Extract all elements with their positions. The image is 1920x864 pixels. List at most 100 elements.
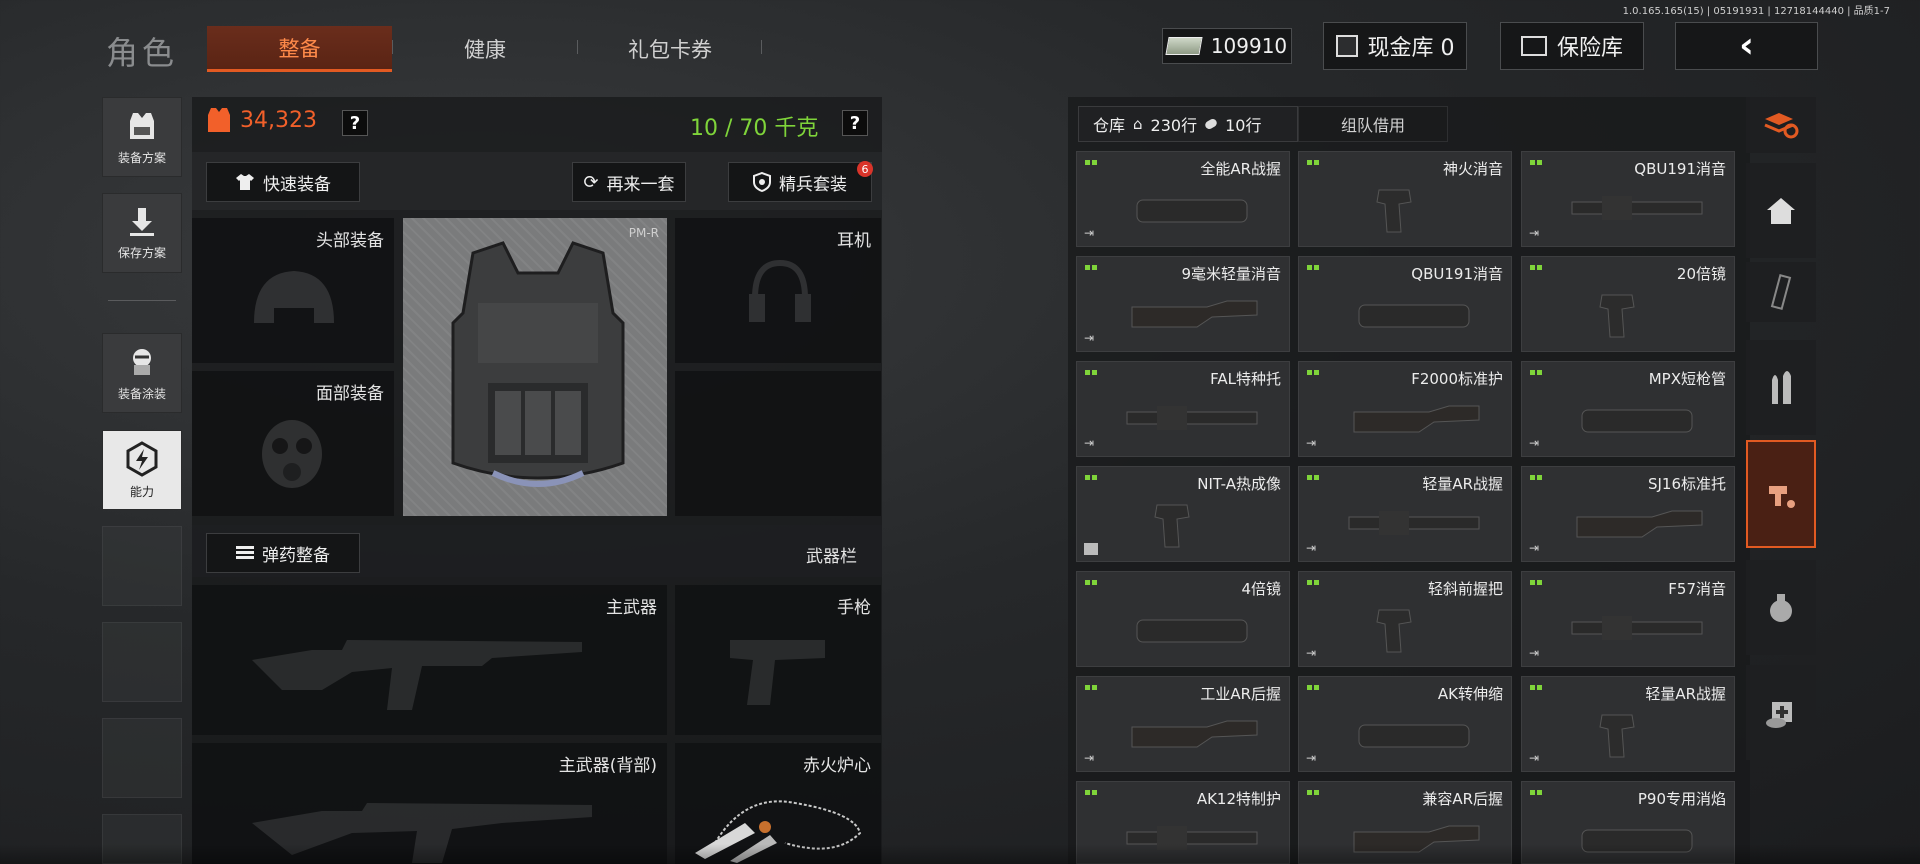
headset-slot[interactable]: 耳机 <box>675 218 881 363</box>
quality-indicator <box>1530 580 1542 585</box>
warehouse-item[interactable]: 9毫米轻量消音 ⇥ <box>1076 256 1290 352</box>
warehouse-item[interactable]: 20倍镜 <box>1521 256 1735 352</box>
warehouse-item[interactable]: QBU191消音 ⇥ <box>1521 151 1735 247</box>
cash-stack-icon <box>1165 37 1203 55</box>
back-arrow-icon: ‹ <box>1739 25 1754 66</box>
face-slot[interactable]: 面部装备 <box>192 371 394 516</box>
warehouse-item-name: AK12特制护 <box>1196 790 1281 808</box>
loadout-plan-label: 装备方案 <box>117 150 166 165</box>
warehouse-item[interactable]: AK转伸缩 ⇥ <box>1298 676 1512 772</box>
warehouse-rows: 230行 <box>1150 116 1198 135</box>
ammo-category-button[interactable] <box>1746 340 1816 435</box>
shirt-icon <box>236 174 254 190</box>
return-icon: ⇥ <box>1529 646 1540 660</box>
item-image-icon <box>1126 406 1258 430</box>
tab-gift-cards[interactable]: 礼包卡券 <box>585 26 755 72</box>
warehouse-home-button[interactable] <box>1746 163 1816 258</box>
warehouse-item[interactable]: 轻量AR战握 ⇥ <box>1521 676 1735 772</box>
quality-indicator <box>1085 475 1097 480</box>
cash-vault-button[interactable]: 现金库 0 <box>1323 22 1467 70</box>
primary-weapon-slot[interactable]: 主武器 <box>192 585 667 735</box>
warehouse-item[interactable]: 轻量AR战握 ⇥ <box>1298 466 1512 562</box>
warehouse-item[interactable]: 4倍镜 <box>1076 571 1290 667</box>
warehouse-item[interactable]: 全能AR战握 ⇥ <box>1076 151 1290 247</box>
item-image-icon <box>1136 199 1248 223</box>
nav-divider <box>108 300 176 301</box>
head-slot-label: 头部装备 <box>316 231 384 251</box>
warehouse-item-name: FAL特种托 <box>1210 370 1281 388</box>
version-text: 1.0.165.165(15) | 05191931 | 12718144440… <box>1622 6 1890 17</box>
return-icon: ⇥ <box>1306 646 1317 660</box>
empty-nav-slot <box>102 718 182 798</box>
tab-health[interactable]: 健康 <box>400 26 570 72</box>
redo-set-label: 再来一套 <box>606 174 675 195</box>
weight-help-button[interactable]: ? <box>842 110 868 136</box>
return-icon: ⇥ <box>1529 226 1540 240</box>
warehouse-item-name: P90专用消焰 <box>1637 790 1726 808</box>
armor-help-button[interactable]: ? <box>342 110 368 136</box>
weapon-bar-label: 武器栏 <box>806 547 857 567</box>
warehouse-item[interactable]: 轻斜前握把 ⇥ <box>1298 571 1512 667</box>
safe-button[interactable]: 保险库 <box>1500 22 1644 70</box>
warehouse-tab[interactable]: 仓库 ⌂ 230行 10行 <box>1078 106 1298 142</box>
ammo-icon <box>236 546 254 560</box>
return-icon: ⇥ <box>1529 541 1540 555</box>
grenade-category-button[interactable] <box>1746 560 1816 655</box>
quality-indicator <box>1530 265 1542 270</box>
item-image-icon <box>1348 511 1480 535</box>
headset-slot-label: 耳机 <box>837 231 871 251</box>
return-icon: ⇥ <box>1306 436 1317 450</box>
paint-icon <box>133 348 151 375</box>
stack-refresh-button[interactable] <box>1746 97 1816 153</box>
back-button[interactable]: ‹ <box>1675 22 1818 70</box>
stack-refresh-icon <box>1764 113 1799 139</box>
quick-equip-button[interactable]: 快速装备 <box>206 162 360 202</box>
attachment-icon <box>1769 486 1795 508</box>
warehouse-item[interactable]: SJ16标准托 ⇥ <box>1521 466 1735 562</box>
loadout-plan-button[interactable]: 装备方案 <box>102 97 182 177</box>
medical-category-button[interactable] <box>1746 665 1816 760</box>
warehouse-item[interactable]: 工业AR后握 ⇥ <box>1076 676 1290 772</box>
item-image-icon <box>1571 196 1703 220</box>
notification-badge: 6 <box>857 161 873 177</box>
ability-icon <box>126 440 158 477</box>
body-armor-slot[interactable]: PM-R <box>403 218 667 516</box>
quality-indicator <box>1530 160 1542 165</box>
redo-set-button[interactable]: ⟳ 再来一套 <box>572 162 686 202</box>
elite-set-button[interactable]: 精兵套装 <box>728 162 872 202</box>
save-plan-button[interactable]: 保存方案 <box>102 193 182 273</box>
bandage-icon <box>1203 117 1219 131</box>
head-slot[interactable]: 头部装备 <box>192 218 394 363</box>
house-icon: ⌂ <box>1133 115 1143 133</box>
download-icon <box>130 207 154 236</box>
cash-vault-label: 现金库 0 <box>1367 36 1455 61</box>
warehouse-item[interactable]: 神火消音 <box>1298 151 1512 247</box>
warehouse-item[interactable]: F57消音 ⇥ <box>1521 571 1735 667</box>
warehouse-item[interactable]: F2000标准护 ⇥ <box>1298 361 1512 457</box>
warehouse-item-name: 20倍镜 <box>1676 265 1726 283</box>
item-image-icon <box>1358 304 1470 328</box>
empty-gear-slot[interactable] <box>675 371 881 516</box>
bullets-icon <box>1772 370 1791 404</box>
quality-indicator <box>1307 475 1319 480</box>
attachments-category-button[interactable] <box>1746 440 1816 548</box>
warehouse-item-name: 全能AR战握 <box>1200 160 1281 178</box>
headset-icon <box>749 259 811 322</box>
quality-indicator <box>1307 790 1319 795</box>
ammo-loadout-button[interactable]: 弹药整备 <box>206 533 360 573</box>
tab-loadout[interactable]: 整备 <box>207 26 392 72</box>
currency-display[interactable]: 109910 <box>1162 28 1292 64</box>
return-icon: ⇥ <box>1084 226 1095 240</box>
rifle-icon <box>252 640 582 710</box>
paint-button[interactable]: 装备涂装 <box>102 333 182 413</box>
ability-button[interactable]: 能力 <box>102 430 182 510</box>
magazine-button[interactable] <box>1746 262 1816 322</box>
warehouse-item[interactable]: MPX短枪管 ⇥ <box>1521 361 1735 457</box>
warehouse-item[interactable]: FAL特种托 ⇥ <box>1076 361 1290 457</box>
cash-vault-icon <box>1335 35 1358 57</box>
warehouse-item[interactable]: NIT-A热成像 <box>1076 466 1290 562</box>
team-borrow-tab[interactable]: 组队借用 <box>1298 106 1448 142</box>
pistol-slot[interactable]: 手枪 <box>675 585 881 735</box>
return-icon: ⇥ <box>1084 751 1095 765</box>
warehouse-item[interactable]: QBU191消音 <box>1298 256 1512 352</box>
